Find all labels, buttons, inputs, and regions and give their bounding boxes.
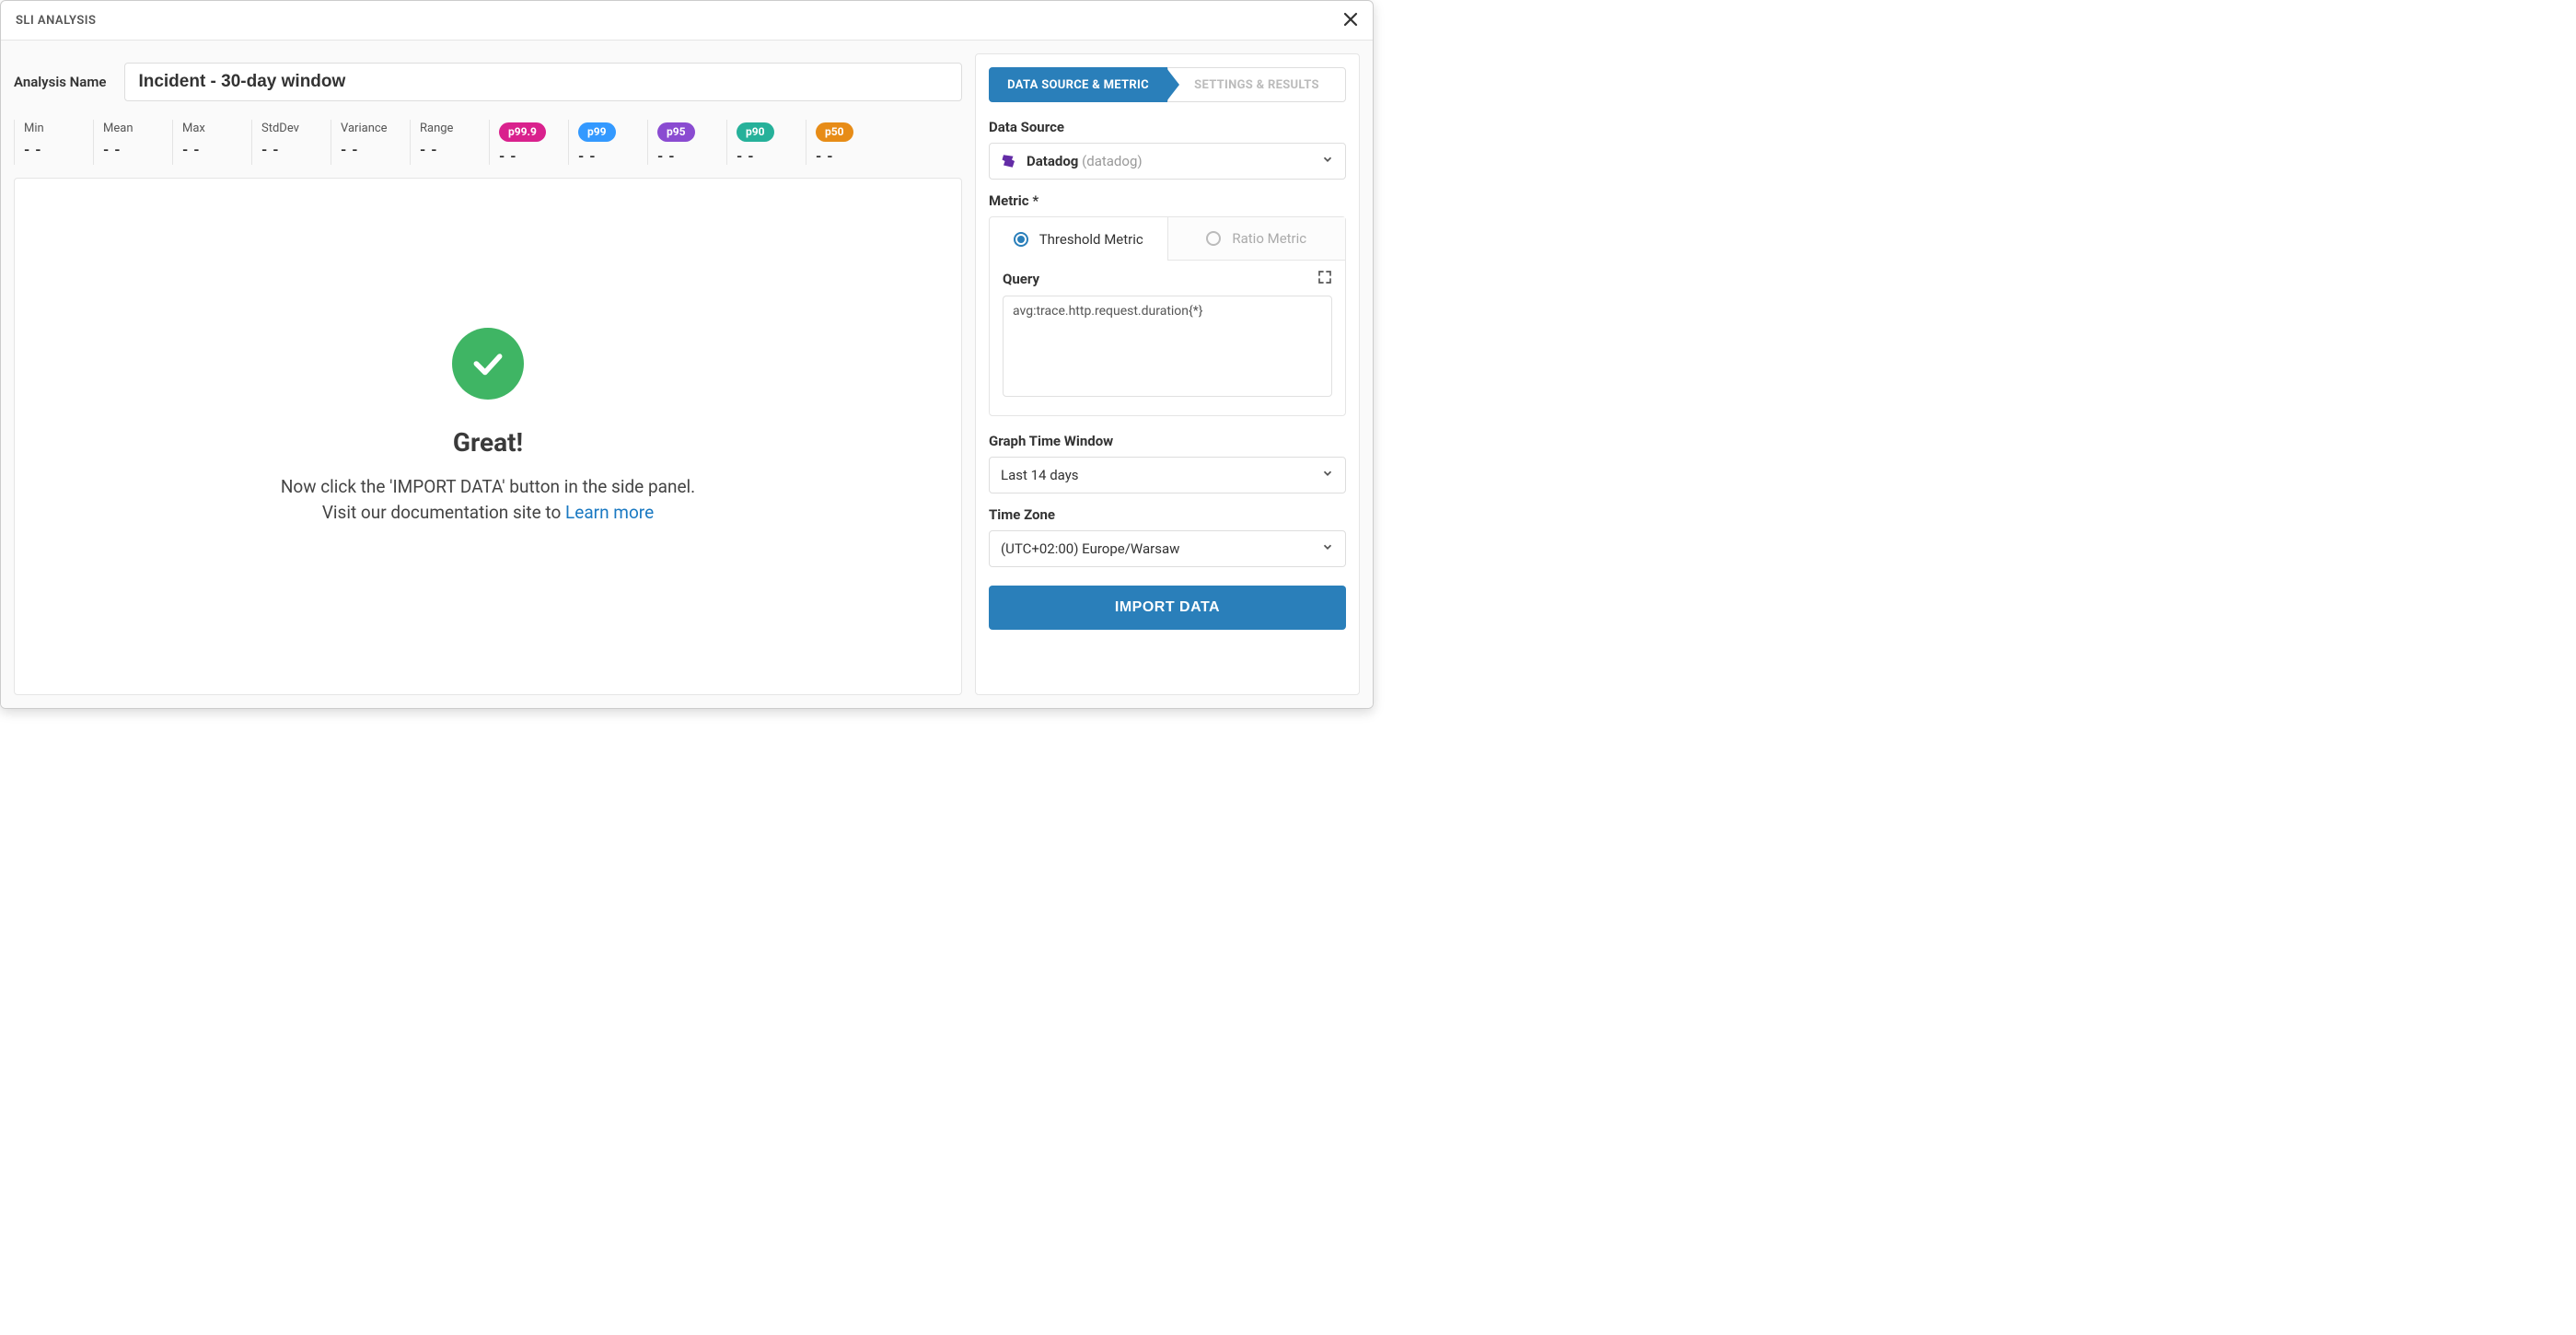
stats-bar: Min - - Mean - - Max - - StdDev - - Vari…	[14, 120, 962, 165]
metric-tab-threshold-label: Threshold Metric	[1039, 231, 1143, 248]
data-source-label: Data Source	[989, 119, 1346, 135]
import-data-button[interactable]: IMPORT DATA	[989, 586, 1346, 630]
analysis-name-label: Analysis Name	[14, 74, 106, 90]
metric-label: Metric *	[989, 192, 1346, 209]
main-panel: Analysis Name Min - - Mean - - Max - - S…	[1, 41, 975, 708]
stat-range: Range - -	[410, 120, 489, 165]
percentile-badge: p99	[578, 122, 616, 142]
stat-value: - -	[816, 147, 872, 165]
percentile-badge: p90	[737, 122, 774, 142]
chevron-down-icon	[1321, 467, 1334, 483]
stat-stddev: StdDev - -	[251, 120, 331, 165]
learn-more-link[interactable]: Learn more	[565, 502, 654, 523]
expand-icon[interactable]	[1317, 270, 1332, 288]
close-button[interactable]	[1343, 10, 1358, 30]
radio-unchecked-icon	[1206, 231, 1221, 246]
percentile-badge: p95	[657, 122, 695, 142]
stat-label: StdDev	[261, 122, 318, 135]
chevron-down-icon	[1321, 540, 1334, 557]
close-icon	[1343, 8, 1358, 31]
data-source-select[interactable]: Datadog (datadog)	[989, 143, 1346, 180]
stat-value: - -	[578, 147, 634, 165]
stat-max: Max - -	[172, 120, 251, 165]
sli-analysis-modal: SLI ANALYSIS Analysis Name Min - - Mean …	[0, 0, 1374, 709]
stat-value: - -	[24, 141, 80, 158]
stat-label: Variance	[341, 122, 397, 135]
stat-value: - -	[499, 147, 555, 165]
tab-data-source-metric[interactable]: DATA SOURCE & METRIC	[989, 67, 1167, 102]
chevron-down-icon	[1321, 153, 1334, 169]
stat-label: Mean	[103, 122, 159, 135]
query-label: Query	[1003, 271, 1039, 287]
stat-value: - -	[737, 147, 793, 165]
datadog-icon	[1001, 153, 1017, 169]
modal-titlebar: SLI ANALYSIS	[1, 1, 1373, 41]
stat-p999: p99.9 - -	[489, 120, 568, 165]
success-check-icon	[452, 328, 524, 400]
metric-tab-ratio-label: Ratio Metric	[1232, 230, 1306, 247]
stat-p95: p95 - -	[647, 120, 726, 165]
empty-state: Great! Now click the 'IMPORT DATA' butto…	[281, 328, 695, 527]
stat-label: Min	[24, 122, 80, 135]
stat-p99: p99 - -	[568, 120, 647, 165]
metric-box: Threshold Metric Ratio Metric Query	[989, 216, 1346, 416]
empty-state-heading: Great!	[281, 427, 695, 458]
data-source-sub: (datadog)	[1082, 153, 1142, 169]
graph-window-value: Last 14 days	[1001, 467, 1079, 483]
query-input[interactable]	[1003, 296, 1332, 397]
stat-p90: p90 - -	[726, 120, 806, 165]
side-tabs: DATA SOURCE & METRIC SETTINGS & RESULTS	[989, 67, 1346, 102]
stat-value: - -	[341, 141, 397, 158]
timezone-select[interactable]: (UTC+02:00) Europe/Warsaw	[989, 530, 1346, 567]
stat-label: Range	[420, 122, 476, 135]
empty-state-line1: Now click the 'IMPORT DATA' button in th…	[281, 476, 695, 497]
side-panel: DATA SOURCE & METRIC SETTINGS & RESULTS …	[975, 53, 1360, 695]
stat-value: - -	[420, 141, 476, 158]
percentile-badge: p50	[816, 122, 853, 142]
stat-value: - -	[261, 141, 318, 158]
modal-title: SLI ANALYSIS	[16, 14, 96, 28]
radio-checked-icon	[1014, 232, 1028, 247]
stat-min: Min - -	[14, 120, 93, 165]
chart-canvas: Great! Now click the 'IMPORT DATA' butto…	[14, 178, 962, 695]
analysis-name-input[interactable]	[124, 63, 962, 101]
timezone-label: Time Zone	[989, 506, 1346, 523]
empty-state-line2-prefix: Visit our documentation site to	[322, 502, 565, 523]
data-source-value: Datadog	[1027, 153, 1078, 169]
metric-tab-threshold[interactable]: Threshold Metric	[990, 217, 1167, 261]
stat-value: - -	[103, 141, 159, 158]
stat-variance: Variance - -	[331, 120, 410, 165]
percentile-badge: p99.9	[499, 122, 546, 142]
metric-tab-ratio[interactable]: Ratio Metric	[1167, 217, 1346, 261]
stat-label: Max	[182, 122, 238, 135]
tab-settings-results[interactable]: SETTINGS & RESULTS	[1167, 67, 1346, 102]
stat-value: - -	[657, 147, 714, 165]
stat-value: - -	[182, 141, 238, 158]
timezone-value: (UTC+02:00) Europe/Warsaw	[1001, 540, 1179, 557]
graph-window-select[interactable]: Last 14 days	[989, 457, 1346, 493]
stat-mean: Mean - -	[93, 120, 172, 165]
graph-window-label: Graph Time Window	[989, 433, 1346, 449]
stat-p50: p50 - -	[806, 120, 885, 165]
